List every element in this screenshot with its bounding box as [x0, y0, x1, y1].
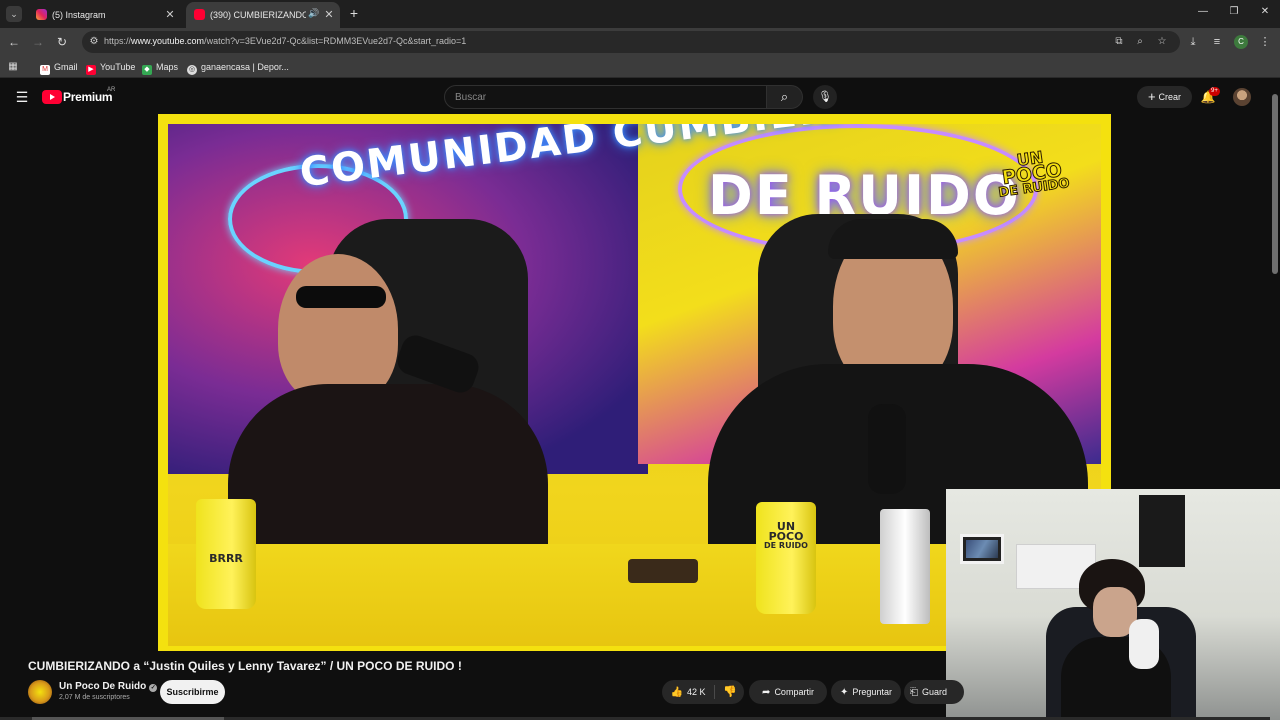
subscribe-button[interactable]: Suscribirme: [160, 680, 225, 704]
plus-icon: +: [1147, 89, 1156, 104]
restore-icon[interactable]: ❐: [1226, 6, 1242, 17]
gmail-icon: M: [40, 65, 50, 75]
like-button[interactable]: 👍 42 K: [662, 680, 714, 704]
bookmarks-bar: ▦ M Gmail ▶ YouTube ◆ Maps ◎ ganaencasa | De…: [0, 56, 1280, 78]
create-button[interactable]: + Crear: [1137, 86, 1192, 108]
host-right-cap: [828, 219, 958, 259]
ask-button[interactable]: ✦ Preguntar: [831, 680, 901, 704]
bookmark-youtube[interactable]: ▶ YouTube: [86, 60, 135, 75]
divider: [714, 685, 715, 699]
reload-icon[interactable]: ↻: [54, 34, 70, 50]
cup-right: [756, 502, 816, 614]
verified-icon: ✓: [149, 684, 158, 692]
cup-right-text: UN POCO DE RUIDO: [764, 520, 808, 550]
audio-playing-icon[interactable]: 🔊: [308, 8, 319, 19]
tab-youtube-active[interactable]: (390) CUMBIERIZANDO a "J 🔊 ✕: [186, 2, 340, 28]
instagram-icon: [36, 9, 47, 20]
beverage-can: [880, 509, 930, 624]
channel-avatar[interactable]: [28, 680, 52, 704]
region-code: AR: [107, 87, 116, 93]
tab-search-icon[interactable]: ⌄: [6, 6, 22, 22]
channel-name[interactable]: Un Poco De Ruido ✓: [59, 681, 158, 692]
bookmark-star-icon[interactable]: ☆: [1155, 35, 1169, 49]
cup-left-text: BRRR: [209, 552, 243, 565]
webcam-overlay: [946, 489, 1280, 720]
share-arrow-icon: ➦: [762, 687, 771, 698]
scroll-thumb[interactable]: [1272, 94, 1278, 274]
search-input[interactable]: [455, 90, 755, 104]
more-menu-icon[interactable]: ⋮: [1257, 34, 1273, 50]
share-button[interactable]: ➦ Compartir: [749, 680, 827, 704]
zoom-icon[interactable]: ⌕: [1133, 35, 1147, 49]
save-button[interactable]: ⎗ Guard: [904, 680, 964, 704]
bookmark-gmail[interactable]: M Gmail: [40, 60, 78, 75]
back-arrow-icon[interactable]: ←: [6, 34, 22, 50]
channel-watermark-logo: UN POCO DE RUIDO: [997, 147, 1071, 202]
browser-toolbar: ← → ↻ ⚙ https://www.youtube.com/watch?v=…: [0, 28, 1280, 56]
microphone-icon: 🎙: [818, 91, 832, 103]
microphone-right: [868, 404, 906, 494]
thumbs-up-icon: 👍: [670, 687, 683, 698]
site-info-icon[interactable]: ⚙: [87, 35, 101, 49]
youtube-icon: ▶: [86, 65, 96, 75]
close-window-icon[interactable]: ✕: [1257, 6, 1273, 17]
notifications-badge: 9+: [1209, 87, 1220, 96]
youtube-icon: [194, 9, 205, 20]
bookmark-ganaencasa[interactable]: ◎ ganaencasa | Depor...: [187, 60, 289, 75]
sparkle-icon: ✦: [840, 687, 849, 698]
sunglasses: [296, 286, 386, 308]
youtube-masthead: ☰ Premium AR ⌕ 🎙 +Crear 🔔 9+: [0, 78, 1280, 116]
menu-icon[interactable]: ☰: [14, 89, 30, 105]
like-dislike-group: 👍 42 K 👎: [662, 680, 744, 704]
youtube-brand[interactable]: Premium: [63, 90, 113, 104]
close-icon[interactable]: ✕: [322, 8, 336, 22]
bookmark-icon: ⎗: [910, 687, 918, 698]
search-icon: ⌕: [780, 89, 789, 104]
search-button[interactable]: ⌕: [767, 85, 803, 109]
new-tab-button[interactable]: +: [346, 5, 362, 21]
search-box: [444, 85, 767, 109]
account-avatar[interactable]: [1233, 88, 1251, 106]
video-title: CUMBIERIZANDO a “Justin Quiles y Lenny T…: [28, 659, 462, 673]
minimize-icon[interactable]: —: [1195, 6, 1211, 17]
forward-arrow-icon[interactable]: →: [30, 34, 46, 50]
url-text[interactable]: https://www.youtube.com/watch?v=3EVue2d7…: [104, 36, 466, 46]
streamer: [1061, 559, 1171, 720]
profile-avatar[interactable]: C: [1234, 35, 1248, 49]
headphones-icon: [1129, 619, 1159, 669]
bookmark-maps[interactable]: ◆ Maps: [142, 60, 178, 75]
maps-icon: ◆: [142, 65, 152, 75]
media-control-icon[interactable]: ≡: [1209, 34, 1225, 50]
tab-title: (390) CUMBIERIZANDO a "J: [210, 10, 306, 20]
thumbs-down-icon: 👎: [723, 686, 737, 698]
youtube-logo-icon[interactable]: [42, 90, 62, 104]
close-icon[interactable]: ✕: [163, 8, 177, 22]
wall-picture: [960, 534, 1004, 564]
globe-icon: ◎: [187, 65, 197, 75]
tab-instagram[interactable]: (5) Instagram ✕: [28, 2, 182, 28]
subscriber-count: 2,07 M de suscriptores: [59, 694, 130, 701]
browser-tabstrip: ⌄ (5) Instagram ✕ (390) CUMBIERIZANDO a …: [0, 0, 1280, 28]
apps-grid-icon[interactable]: ▦: [7, 61, 19, 73]
host-left-head: [278, 254, 398, 404]
install-app-icon[interactable]: ⧉: [1112, 35, 1126, 49]
tab-title: (5) Instagram: [52, 10, 106, 20]
speaker: [1139, 495, 1185, 567]
address-bar[interactable]: ⚙ https://www.youtube.com/watch?v=3EVue2…: [82, 31, 1180, 53]
dislike-button[interactable]: 👎: [718, 680, 742, 704]
phone-on-desk: [628, 559, 698, 583]
voice-search-button[interactable]: 🎙: [813, 85, 837, 109]
download-icon[interactable]: ⤓: [1185, 34, 1201, 50]
